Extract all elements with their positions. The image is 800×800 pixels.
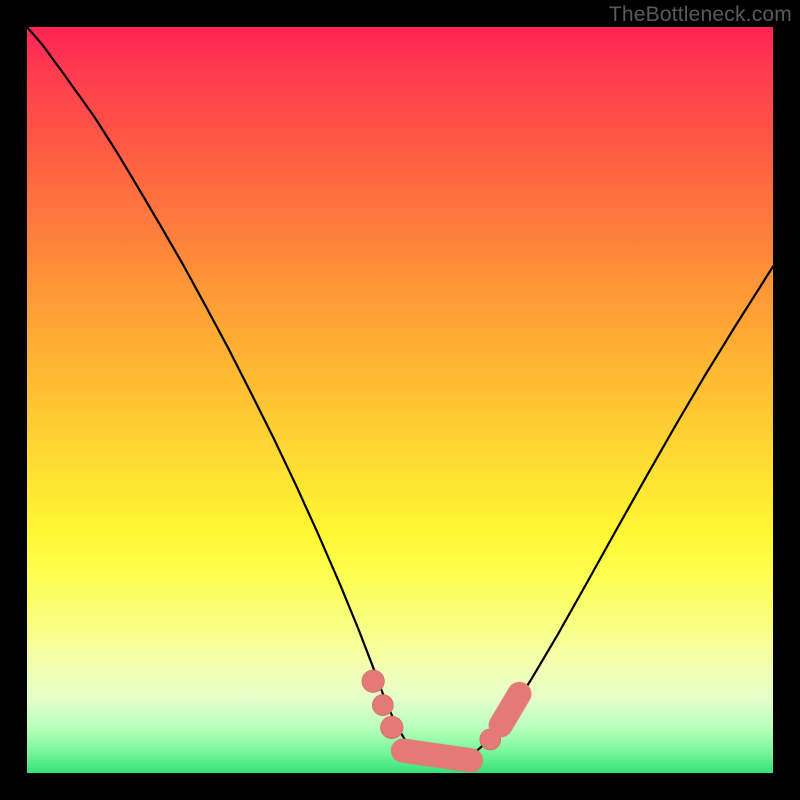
- watermark-text: TheBottleneck.com: [609, 3, 792, 27]
- marker-capsule: [403, 751, 471, 761]
- chart-frame: TheBottleneck.com: [0, 0, 800, 800]
- bottleneck-curve: [27, 27, 773, 763]
- marker-dot: [362, 670, 384, 692]
- marker-capsule: [501, 694, 520, 725]
- marker-dot: [381, 716, 403, 738]
- chart-overlay: [27, 27, 773, 773]
- plot-area: [27, 27, 773, 773]
- marker-layer: [362, 670, 519, 760]
- marker-dot: [372, 695, 393, 716]
